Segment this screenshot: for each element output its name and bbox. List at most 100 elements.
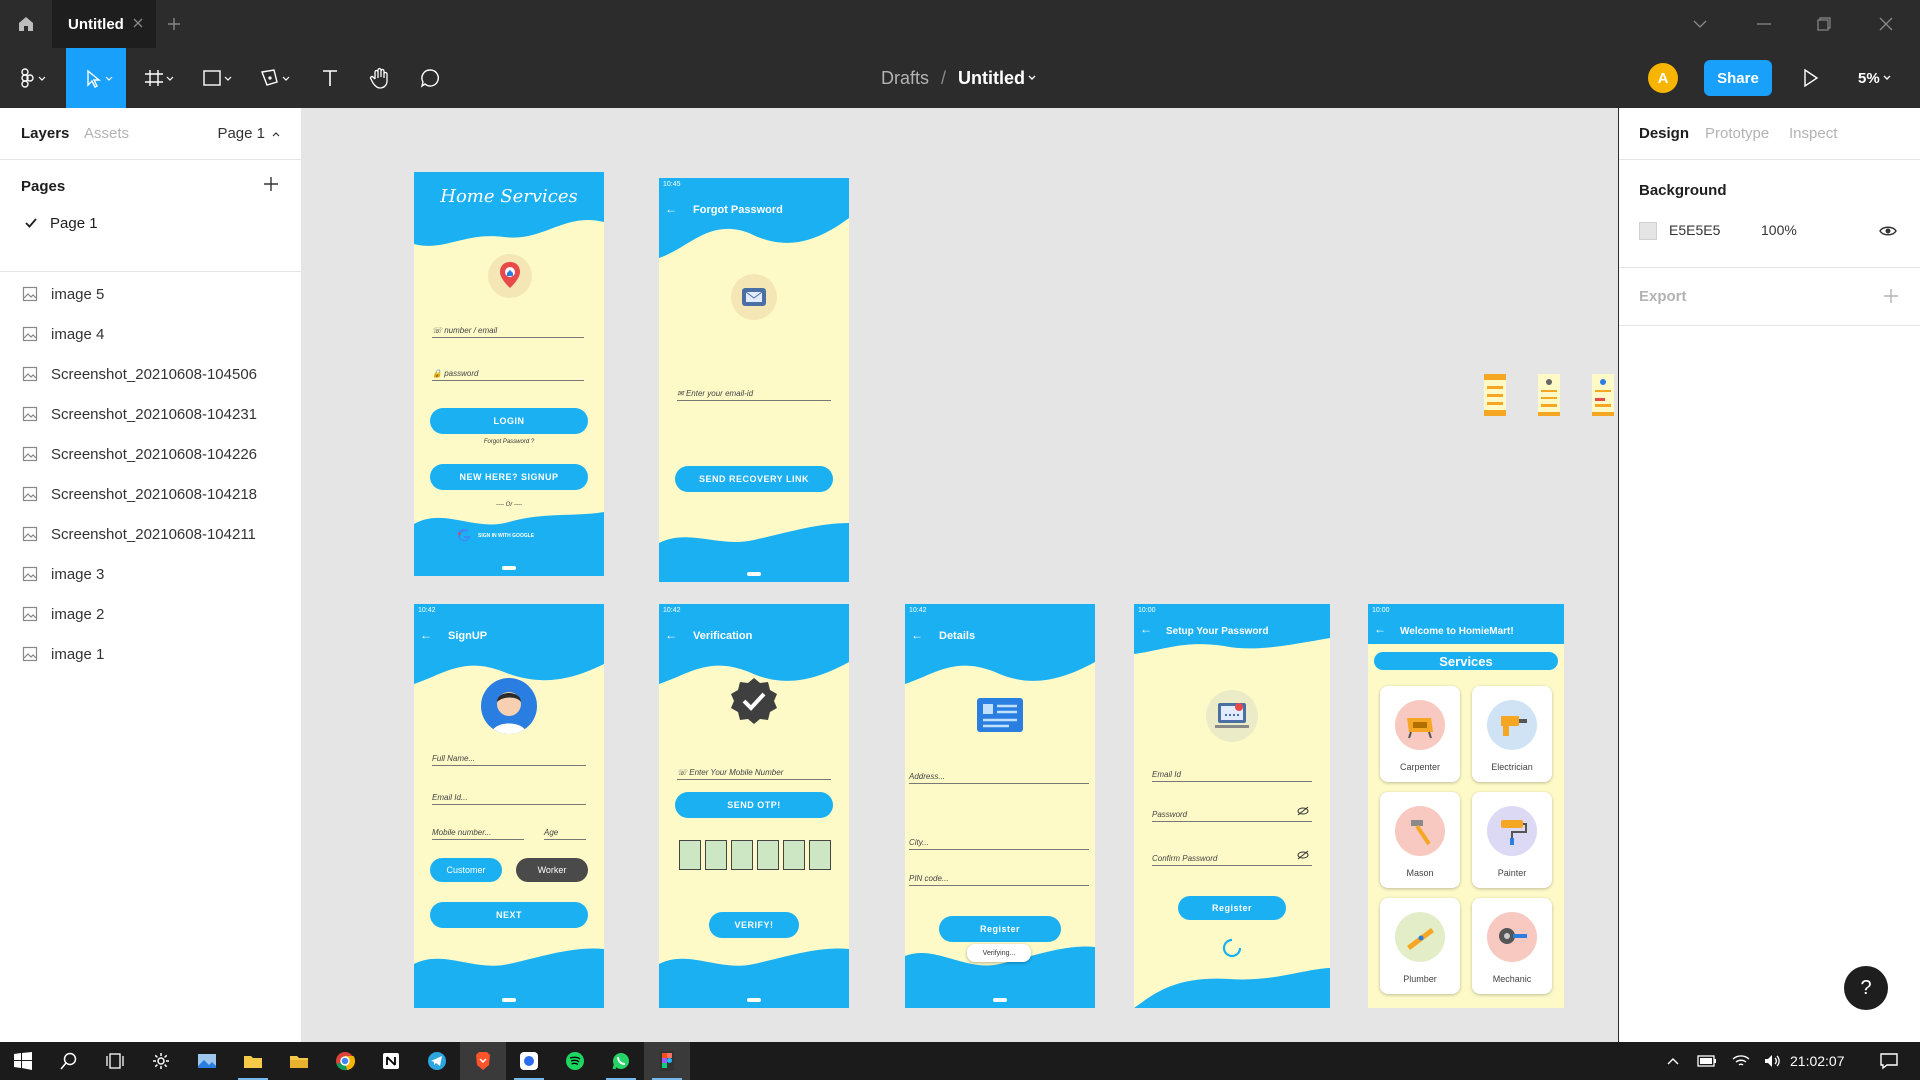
google-signin-button[interactable]: SIGN IN WITH GOOGLE — [456, 528, 534, 544]
move-tool-icon[interactable] — [66, 48, 126, 108]
comment-tool-icon[interactable] — [410, 48, 450, 108]
chevron-down-icon[interactable] — [1670, 0, 1730, 48]
file-name-menu[interactable]: Untitled — [958, 68, 1039, 89]
layer-item[interactable]: image 3 — [0, 554, 300, 594]
login-button[interactable]: LOGIN — [430, 408, 588, 434]
eye-off-icon[interactable] — [1297, 850, 1309, 860]
layer-item[interactable]: Screenshot_20210608-104218 — [0, 474, 300, 514]
back-arrow-icon[interactable]: ← — [1140, 622, 1152, 636]
folder-icon[interactable] — [276, 1042, 322, 1080]
eye-off-icon[interactable] — [1297, 806, 1309, 816]
notion-icon[interactable] — [368, 1042, 414, 1080]
mobile-number-field[interactable]: ☏ Enter Your Mobile Number — [677, 768, 831, 780]
search-icon[interactable] — [46, 1042, 92, 1080]
setup-password-frame[interactable]: 10:00 ← Setup Your Password Email Id Pas… — [1134, 604, 1330, 1008]
text-tool-icon[interactable] — [310, 48, 350, 108]
background-opacity-input[interactable]: 100% — [1761, 222, 1797, 238]
service-tile-painter[interactable]: Painter — [1472, 792, 1552, 888]
customer-toggle[interactable]: Customer — [430, 858, 502, 882]
address-field[interactable]: Address... — [909, 772, 1089, 784]
password-field[interactable]: Password — [1152, 810, 1312, 822]
tab-prototype[interactable]: Prototype — [1705, 125, 1769, 142]
city-field[interactable]: City... — [909, 838, 1089, 850]
wifi-icon[interactable] — [1724, 1042, 1758, 1080]
thumbnail-frame[interactable] — [1484, 374, 1506, 416]
service-tile-plumber[interactable]: Plumber — [1380, 898, 1460, 994]
full-name-field[interactable]: Full Name... — [432, 754, 586, 766]
register-button[interactable]: Register — [1178, 896, 1286, 920]
otp-boxes[interactable] — [679, 840, 831, 870]
close-icon[interactable] — [130, 15, 146, 31]
signup-frame[interactable]: 10:42 ← SignUP Full Name... Email Id... … — [414, 604, 604, 1008]
present-icon[interactable] — [1798, 66, 1822, 90]
file-explorer-icon[interactable] — [230, 1042, 276, 1080]
register-button[interactable]: Register — [939, 916, 1061, 942]
background-hex-input[interactable]: E5E5E5 — [1669, 222, 1720, 238]
back-arrow-icon[interactable]: ← — [420, 628, 432, 642]
service-tile-mason[interactable]: Mason — [1380, 792, 1460, 888]
worker-toggle[interactable]: Worker — [516, 858, 588, 882]
whatsapp-icon[interactable] — [598, 1042, 644, 1080]
verify-button[interactable]: VERIFY! — [709, 912, 799, 938]
figma-app-icon[interactable] — [644, 1042, 690, 1080]
canvas[interactable]: Home Services ☏ number / email 🔒 passwor… — [302, 108, 1618, 1042]
hand-tool-icon[interactable] — [360, 48, 400, 108]
chrome-icon[interactable] — [322, 1042, 368, 1080]
password-field[interactable]: 🔒 password — [432, 369, 584, 381]
otp-box[interactable] — [731, 840, 753, 870]
layer-item[interactable]: Screenshot_20210608-104211 — [0, 514, 300, 554]
notification-icon[interactable] — [1866, 1042, 1912, 1080]
new-tab-icon[interactable] — [164, 14, 184, 34]
layer-item[interactable]: Screenshot_20210608-104226 — [0, 434, 300, 474]
details-frame[interactable]: 10:42 ← Details Address... City... PIN c… — [905, 604, 1095, 1008]
forgot-password-frame[interactable]: 10:45 ← Forgot Password ✉ Enter your ema… — [659, 178, 849, 582]
service-tile-carpenter[interactable]: Carpenter — [1380, 686, 1460, 782]
taskbar-clock[interactable]: 21:02:07 — [1790, 1053, 1845, 1069]
help-button[interactable]: ? — [1844, 966, 1888, 1010]
forgot-password-link[interactable]: Forgot Password ? — [414, 439, 604, 445]
otp-box[interactable] — [809, 840, 831, 870]
add-page-icon[interactable] — [261, 174, 281, 194]
email-field[interactable]: Email Id — [1152, 770, 1312, 782]
avatar[interactable]: A — [1648, 63, 1678, 93]
send-otp-button[interactable]: SEND OTP! — [675, 792, 833, 818]
thumbnail-frame[interactable] — [1538, 374, 1560, 416]
send-recovery-link-button[interactable]: SEND RECOVERY LINK — [675, 466, 833, 492]
mobile-field[interactable]: Mobile number... — [432, 828, 524, 840]
phone-email-field[interactable]: ☏ number / email — [432, 326, 584, 338]
background-swatch[interactable] — [1639, 222, 1657, 240]
zoom-menu[interactable]: 5% — [1858, 66, 1894, 90]
window-close-icon[interactable] — [1856, 0, 1916, 48]
back-arrow-icon[interactable]: ← — [665, 202, 677, 216]
layer-item[interactable]: image 4 — [0, 314, 300, 354]
email-field[interactable]: Email Id... — [432, 793, 586, 805]
breadcrumb-folder[interactable]: Drafts — [881, 68, 929, 89]
back-arrow-icon[interactable]: ← — [665, 628, 677, 642]
signup-button[interactable]: NEW HERE? SIGNUP — [430, 464, 588, 490]
settings-icon[interactable] — [138, 1042, 184, 1080]
add-export-icon[interactable] — [1882, 287, 1900, 305]
shape-tool-icon[interactable] — [194, 48, 242, 108]
service-tile-electrician[interactable]: Electrician — [1472, 686, 1552, 782]
figma-menu-icon[interactable] — [8, 48, 56, 108]
email-field[interactable]: ✉ Enter your email-id — [677, 389, 831, 401]
volume-icon[interactable] — [1756, 1042, 1790, 1080]
layer-item[interactable]: image 2 — [0, 594, 300, 634]
tab-layers[interactable]: Layers — [21, 125, 69, 142]
tab-design[interactable]: Design — [1639, 125, 1689, 142]
chevron-up-icon[interactable] — [1656, 1042, 1690, 1080]
verification-frame[interactable]: 10:42 ← Verification ☏ Enter Your Mobile… — [659, 604, 849, 1008]
otp-box[interactable] — [783, 840, 805, 870]
next-button[interactable]: NEXT — [430, 902, 588, 928]
thumbnail-frame[interactable] — [1592, 374, 1614, 416]
back-arrow-icon[interactable]: ← — [911, 628, 923, 642]
eye-icon[interactable] — [1879, 222, 1897, 240]
battery-icon[interactable] — [1690, 1042, 1724, 1080]
brave-icon[interactable] — [460, 1042, 506, 1080]
minimize-icon[interactable] — [1734, 0, 1794, 48]
windows-start-icon[interactable] — [0, 1042, 46, 1080]
otp-box[interactable] — [705, 840, 727, 870]
photos-icon[interactable] — [184, 1042, 230, 1080]
layer-item[interactable]: image 5 — [0, 274, 300, 314]
confirm-password-field[interactable]: Confirm Password — [1152, 854, 1312, 866]
